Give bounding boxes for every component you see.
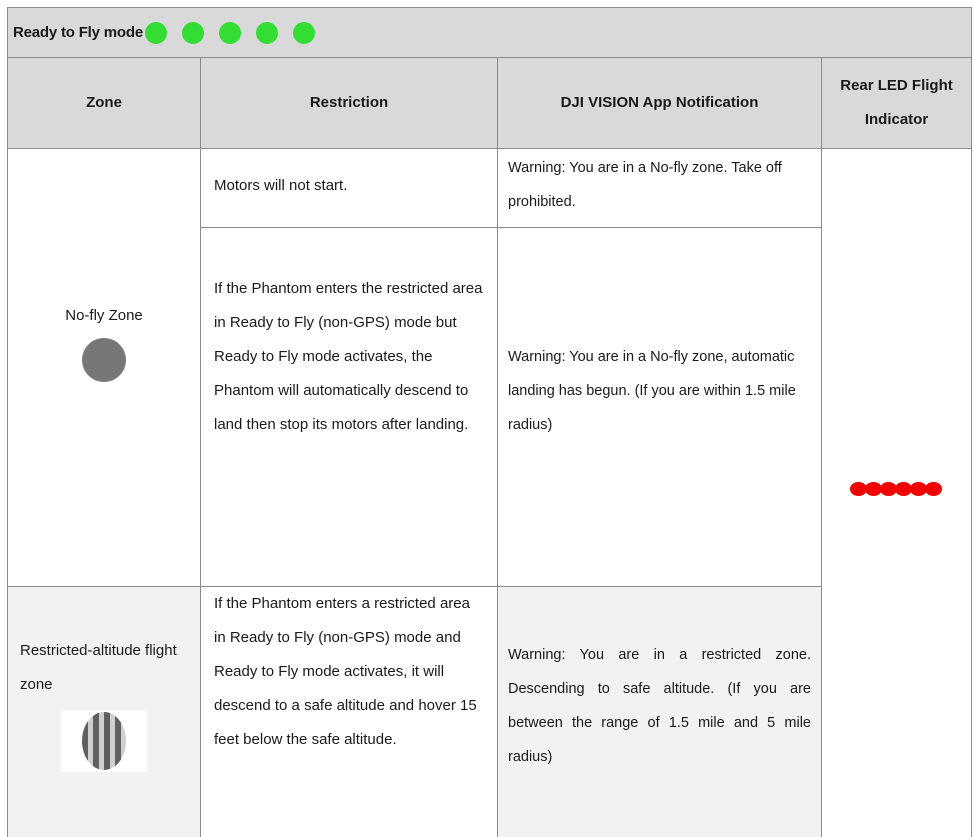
restricted-altitude-zone-cell: Restricted-altitude flight zone — [7, 586, 200, 837]
no-fly-restriction-2: If the Phantom enters the restricted are… — [200, 227, 497, 586]
gray-circle-icon — [82, 338, 126, 382]
led-indicator-cell — [821, 149, 972, 837]
header-led: Rear LED Flight Indicator — [821, 58, 972, 149]
restricted-altitude-notification: Warning: You are in a restricted zone. D… — [497, 586, 821, 837]
restricted-altitude-restriction: If the Phantom enters a restricted area … — [200, 586, 497, 837]
header-restriction: Restriction — [200, 58, 497, 149]
restricted-altitude-zone-label: Restricted-altitude flight zone — [20, 642, 177, 693]
no-fly-restriction-1: Motors will not start. — [200, 149, 497, 227]
green-status-dot-icon — [292, 21, 315, 44]
mode-banner: Ready to Fly mode — [7, 7, 972, 58]
header-notification: DJI VISION App Notification — [497, 58, 821, 149]
green-status-dot-icon — [181, 21, 204, 44]
no-fly-notification-1: Warning: You are in a No-fly zone. Take … — [497, 149, 821, 227]
mode-title: Ready to Fly mode — [13, 24, 143, 41]
no-fly-zone-label: No-fly Zone — [65, 307, 143, 324]
no-fly-notification-2: Warning: You are in a No-fly zone, autom… — [497, 227, 821, 586]
header-zone: Zone — [7, 58, 200, 149]
green-status-dot-icon — [218, 21, 241, 44]
striped-circle-icon — [61, 710, 147, 772]
green-status-dot-icon — [255, 21, 278, 44]
green-status-dot-icon — [144, 21, 167, 44]
red-led-dots-icon — [849, 482, 942, 837]
zone-restriction-table: Ready to Fly mode Zone Restriction DJI V… — [7, 7, 972, 837]
no-fly-zone-cell: No-fly Zone — [7, 149, 200, 586]
